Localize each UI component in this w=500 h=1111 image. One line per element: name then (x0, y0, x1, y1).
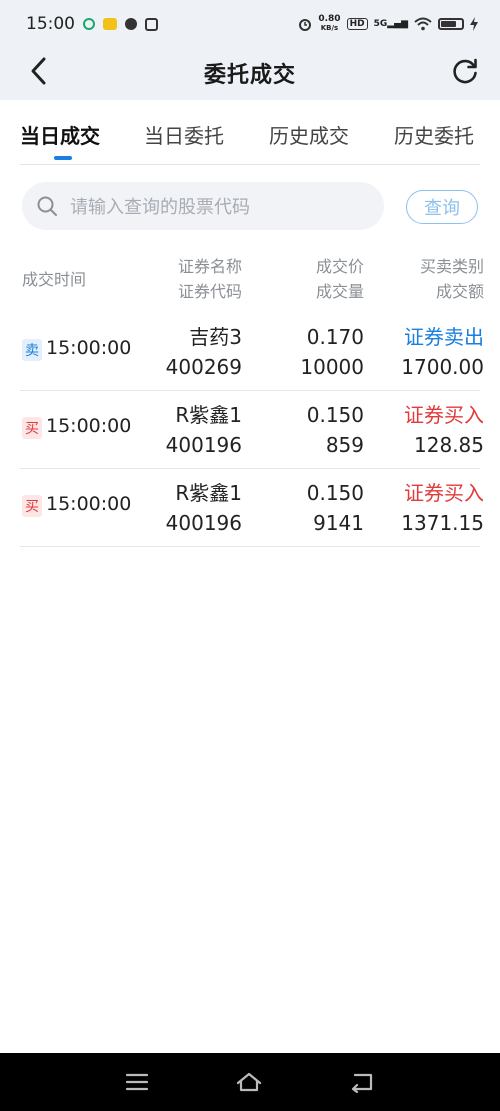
column-header-price: 成交价 (315, 257, 364, 276)
back-button[interactable] (22, 54, 56, 88)
sell-badge: 卖 (22, 339, 42, 361)
search-placeholder: 请输入查询的股票代码 (70, 197, 250, 218)
chevron-left-icon (31, 57, 46, 85)
deal-time: 15:00:00 (46, 415, 132, 437)
column-header-volume: 成交量 (315, 282, 364, 301)
network-speed: 0.80 KB/s (318, 15, 340, 33)
refresh-button[interactable] (448, 54, 482, 88)
deal-amount: 1371.15 (401, 511, 484, 535)
security-name: R紫鑫1 (175, 481, 242, 505)
app-notification-icon (145, 17, 158, 31)
system-nav-bar (0, 1053, 500, 1111)
table-row[interactable]: 卖 15:00:00 吉药3 400269 0.170 10000 证券卖出 1… (20, 313, 484, 391)
deal-volume: 859 (325, 433, 364, 457)
title-bar: 委托成交 (0, 48, 500, 98)
type-amount: 证券卖出 1700.00 (401, 322, 484, 382)
deal-amount: 128.85 (414, 433, 484, 457)
tab-bar: 当日成交 当日委托 历史成交 历史委托 (0, 100, 500, 164)
buy-badge: 买 (22, 417, 42, 439)
refresh-icon (453, 58, 477, 84)
security-name-code: R紫鑫1 400196 (166, 400, 242, 460)
trade-type: 证券买入 (404, 481, 484, 505)
price-volume: 0.150 9141 (307, 478, 364, 538)
status-bar: 15:00 0.80 KB/s HD 5G▂▄▆ (0, 0, 500, 48)
security-name-code: R紫鑫1 400196 (166, 478, 242, 538)
tab-today-deals[interactable]: 当日成交 (20, 116, 100, 149)
security-code: 400196 (165, 511, 242, 535)
deal-time: 15:00:00 (46, 493, 132, 515)
deal-time: 15:00:00 (46, 337, 132, 359)
price-volume: 0.150 859 (307, 400, 364, 460)
signal-icon: 5G▂▄▆ (373, 19, 408, 29)
trade-type: 证券卖出 (404, 325, 484, 349)
column-header-time: 成交时间 (22, 270, 87, 289)
column-header-amount: 成交额 (435, 282, 484, 301)
deal-amount: 1700.00 (401, 355, 484, 379)
back-icon[interactable] (349, 1071, 375, 1093)
home-icon[interactable] (235, 1071, 263, 1093)
column-header-type: 买卖类别 (419, 257, 484, 276)
status-time: 15:00 (26, 14, 75, 34)
security-name: 吉药3 (189, 325, 242, 349)
active-tab-indicator (54, 156, 72, 160)
app-notification-icon (83, 18, 95, 30)
alarm-icon (299, 19, 312, 31)
tab-history-orders[interactable]: 历史委托 (394, 116, 474, 149)
deal-volume: 10000 (300, 355, 364, 379)
column-header-name-code: 证券名称 证券代码 (178, 254, 242, 304)
tabs-divider (20, 164, 480, 165)
deal-price: 0.150 (306, 481, 364, 505)
query-button[interactable]: 查询 (406, 190, 478, 224)
table-row[interactable]: 买 15:00:00 R紫鑫1 400196 0.150 859 证券买入 12… (20, 391, 484, 469)
search-input[interactable]: 请输入查询的股票代码 (22, 182, 384, 230)
buy-badge: 买 (22, 495, 42, 517)
battery-icon (438, 18, 464, 30)
message-icon (125, 18, 137, 30)
network-speed-value: 0.80 (318, 14, 341, 24)
hd-icon: HD (346, 18, 368, 30)
table-row[interactable]: 买 15:00:00 R紫鑫1 400196 0.150 9141 证券买入 1… (20, 469, 484, 547)
status-right: 0.80 KB/s HD 5G▂▄▆ (298, 15, 478, 33)
search-icon (37, 196, 57, 216)
menu-icon[interactable] (125, 1072, 149, 1092)
type-amount: 证券买入 128.85 (404, 400, 484, 460)
deal-volume: 9141 (313, 511, 364, 535)
network-speed-unit: KB/s (320, 24, 339, 32)
security-name-code: 吉药3 400269 (166, 322, 242, 382)
charging-icon (470, 17, 478, 31)
status-left: 15:00 (26, 14, 158, 34)
signal-label: 5G (373, 19, 388, 29)
security-code: 400196 (165, 433, 242, 457)
app-notification-icon (103, 18, 117, 30)
deal-price: 0.170 (306, 325, 364, 349)
column-header-name: 证券名称 (177, 257, 242, 276)
security-code: 400269 (165, 355, 242, 379)
type-amount: 证券买入 1371.15 (401, 478, 484, 538)
column-header-type-amount: 买卖类别 成交额 (420, 254, 484, 304)
page-title: 委托成交 (203, 63, 296, 88)
security-name: R紫鑫1 (175, 403, 242, 427)
column-header-price-volume: 成交价 成交量 (316, 254, 364, 304)
tab-today-orders[interactable]: 当日委托 (144, 116, 224, 149)
column-header-code: 证券代码 (177, 282, 242, 301)
tab-history-deals[interactable]: 历史成交 (269, 116, 349, 149)
price-volume: 0.170 10000 (300, 322, 364, 382)
trade-type: 证券买入 (404, 403, 484, 427)
wifi-icon (414, 17, 432, 31)
deal-price: 0.150 (306, 403, 364, 427)
